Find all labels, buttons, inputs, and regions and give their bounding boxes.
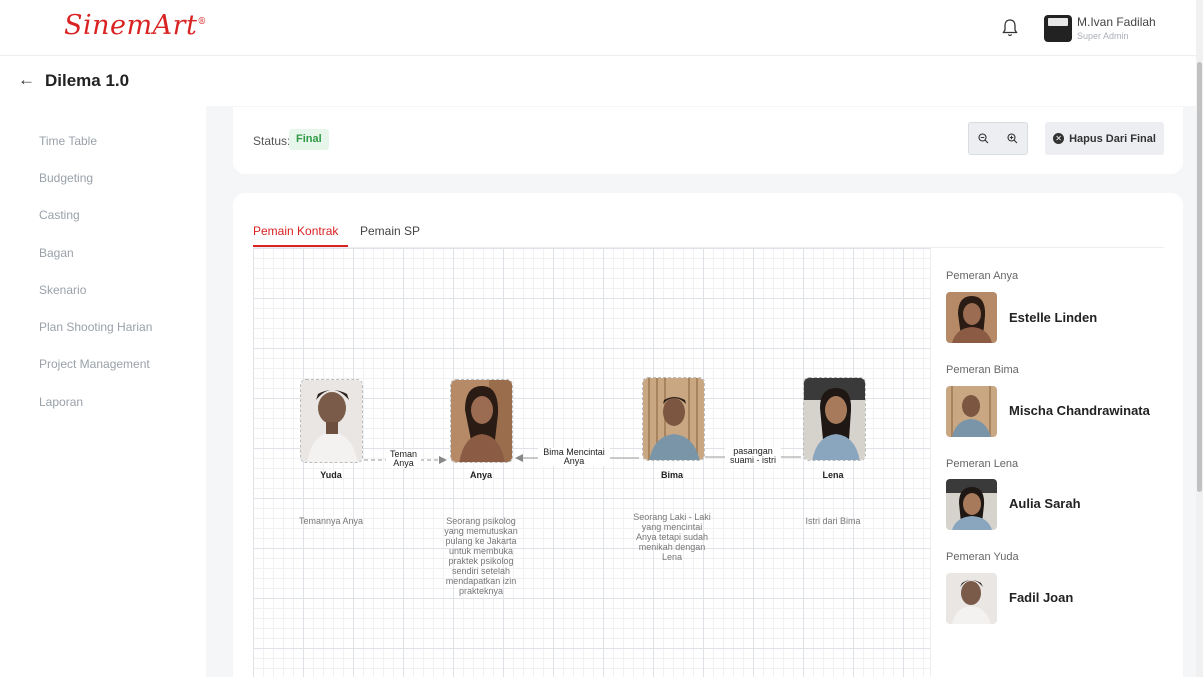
avatar[interactable] <box>1044 15 1072 42</box>
zoom-in-icon <box>1007 133 1018 144</box>
brand-logo[interactable]: SinemArt® <box>64 10 207 41</box>
close-circle-icon: ✕ <box>1053 133 1065 144</box>
zoom-in-button[interactable] <box>998 123 1027 154</box>
cast-role-yuda: Pemeran Yuda <box>946 551 1019 563</box>
portrait-anya <box>451 380 512 462</box>
sidebar-item-time-table[interactable]: Time Table <box>39 134 97 148</box>
user-role: Super Admin <box>1077 31 1129 41</box>
sidebar-item-skenario[interactable]: Skenario <box>39 283 86 297</box>
bell-icon[interactable] <box>1001 18 1019 38</box>
cast-actor-estelle-linden[interactable]: Estelle Linden <box>1009 310 1097 325</box>
zoom-controls <box>968 122 1028 155</box>
cast-role-lena: Pemeran Lena <box>946 458 1019 470</box>
sidebar: Time Table Budgeting Casting Bagan Skena… <box>0 106 206 677</box>
page-header: ← Dilema 1.0 <box>0 56 1196 106</box>
sidebar-item-plan-shooting-harian[interactable]: Plan Shooting Harian <box>39 320 152 334</box>
node-photo-lena[interactable] <box>803 377 866 461</box>
node-name-yuda: Yuda <box>320 470 342 480</box>
cast-actor-mischa-chandrawinata[interactable]: Mischa Chandrawinata <box>1009 403 1150 418</box>
cast-photo-fadil-joan[interactable] <box>946 573 997 624</box>
tab-active-indicator <box>253 245 348 247</box>
node-desc-bima: Seorang Laki - Laki yang mencintai Anya … <box>633 512 711 562</box>
cast-actor-fadil-joan[interactable]: Fadil Joan <box>1009 590 1073 605</box>
top-bar: SinemArt® M.Ivan Fadilah Super Admin <box>0 0 1196 56</box>
page-scrollbar[interactable] <box>1196 0 1203 677</box>
node-name-lena: Lena <box>822 470 844 480</box>
hapus-dari-final-label: Hapus Dari Final <box>1069 132 1156 145</box>
portrait-bima <box>643 378 704 460</box>
node-desc-anya: Seorang psikolog yang memutuskan pulang … <box>444 516 518 596</box>
user-name[interactable]: M.Ivan Fadilah <box>1077 15 1156 29</box>
sidebar-item-casting[interactable]: Casting <box>39 208 80 222</box>
cast-photo-aulia-sarah[interactable] <box>946 479 997 530</box>
portrait-yuda <box>301 380 362 462</box>
portrait-fadil-joan <box>946 573 997 624</box>
node-photo-anya[interactable] <box>450 379 513 463</box>
status-badge: Final <box>289 129 329 150</box>
portrait-mischa-chandrawinata <box>946 386 997 437</box>
status-card: Status: Final ✕ Hapus Dari Final <box>233 107 1183 174</box>
main-card: Pemain Kontrak Pemain SP Teman Anya Bima … <box>233 193 1183 677</box>
zoom-out-button[interactable] <box>969 123 998 154</box>
node-desc-lena: Istri dari Bima <box>805 516 861 526</box>
portrait-lena <box>804 378 865 460</box>
tab-pemain-sp[interactable]: Pemain SP <box>360 224 420 238</box>
cast-role-anya: Pemeran Anya <box>946 270 1019 282</box>
tab-pemain-kontrak[interactable]: Pemain Kontrak <box>253 224 338 238</box>
edge-label-bima-anya: Bima Mencintai Anya <box>538 448 610 466</box>
scrollbar-thumb[interactable] <box>1197 62 1202 492</box>
sidebar-item-project-management[interactable]: Project Management <box>39 357 150 371</box>
node-photo-yuda[interactable] <box>300 379 363 463</box>
node-name-anya: Anya <box>469 470 492 480</box>
relationship-diagram-canvas[interactable]: Teman Anya Bima Mencintai Anya pasangan sua… <box>253 248 930 677</box>
node-desc-yuda: Temannya Anya <box>298 516 364 526</box>
cast-photo-mischa-chandrawinata[interactable] <box>946 386 997 437</box>
sidebar-item-budgeting[interactable]: Budgeting <box>39 171 93 185</box>
cast-role-bima: Pemeran Bima <box>946 364 1019 376</box>
hapus-dari-final-button[interactable]: ✕ Hapus Dari Final <box>1045 122 1164 155</box>
back-arrow-icon[interactable]: ← <box>18 70 35 90</box>
node-photo-bima[interactable] <box>642 377 705 461</box>
node-name-bima: Bima <box>660 470 683 480</box>
cast-photo-estelle-linden[interactable] <box>946 292 997 343</box>
cast-actor-aulia-sarah[interactable]: Aulia Sarah <box>1009 496 1081 511</box>
panel-divider <box>930 248 931 677</box>
status-label: Status: <box>253 134 291 148</box>
zoom-out-icon <box>978 133 989 144</box>
edge-label-bima-lena: pasangan suami - istri <box>725 447 781 465</box>
page-title: Dilema 1.0 <box>45 71 130 90</box>
portrait-aulia-sarah <box>946 479 997 530</box>
sidebar-item-bagan[interactable]: Bagan <box>39 246 74 260</box>
sidebar-item-laporan[interactable]: Laporan <box>39 395 83 409</box>
edge-label-yuda-anya: Teman Anya <box>386 450 421 468</box>
portrait-estelle-linden <box>946 292 997 343</box>
